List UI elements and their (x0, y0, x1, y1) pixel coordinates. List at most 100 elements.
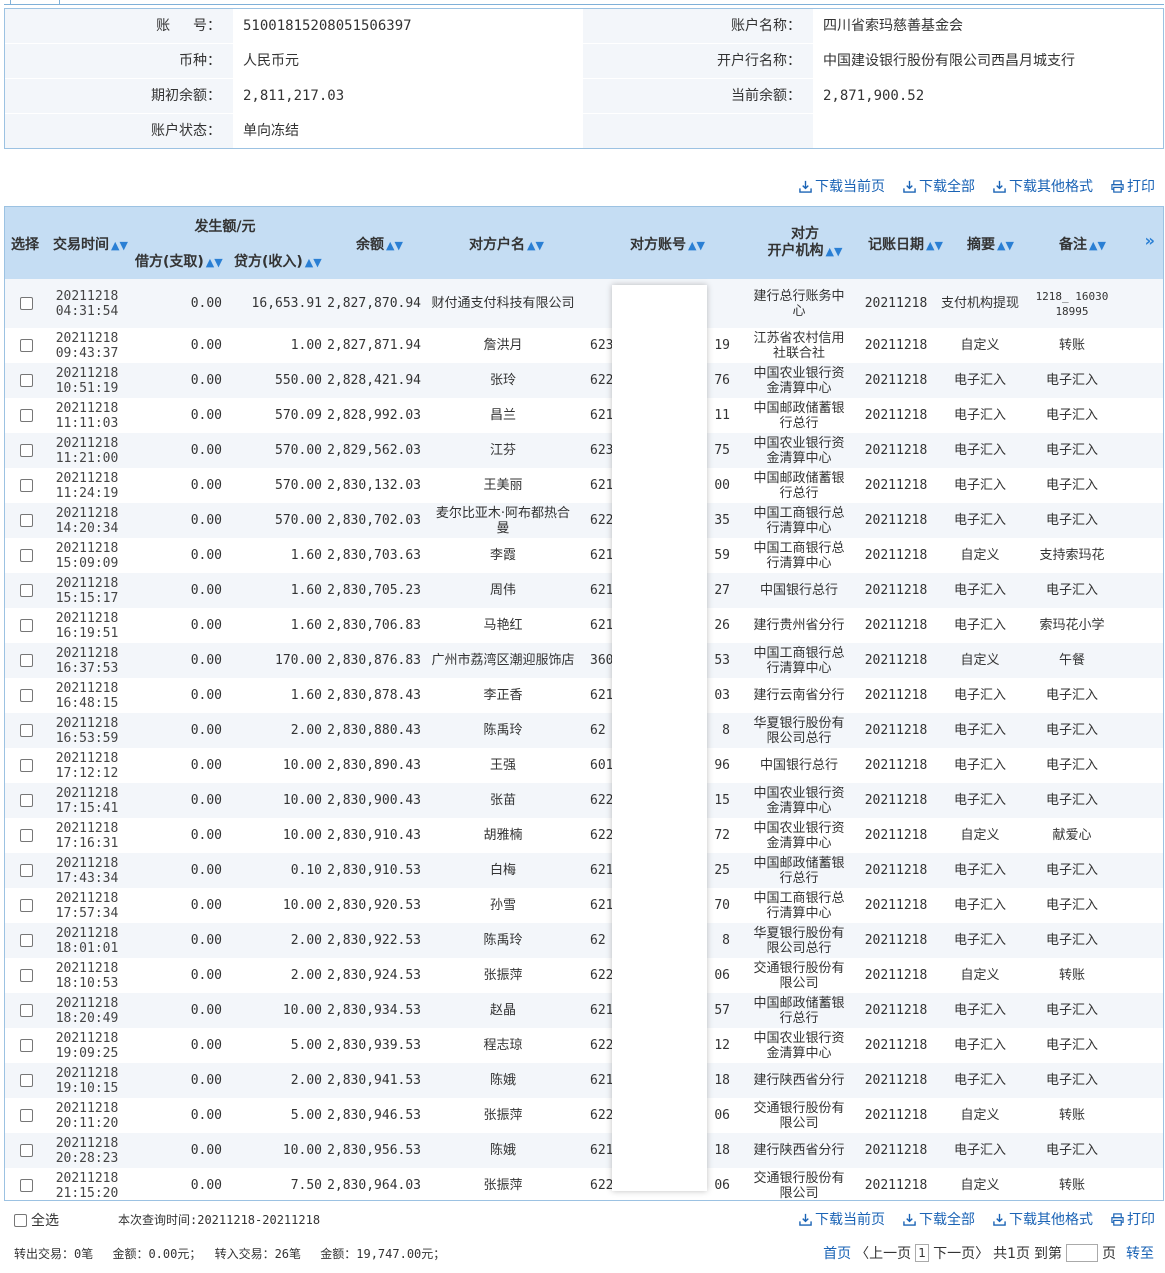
checkbox-box[interactable] (19, 899, 33, 912)
row-checkbox[interactable] (15, 608, 37, 643)
table-row[interactable]: 20211218 16:19:51 0.00 1.60 2,830,706.83 马艳红 6… (5, 608, 1163, 643)
row-checkbox[interactable] (15, 468, 37, 503)
table-row[interactable]: 20211218 20:11:20 0.00 5.00 2,830,946.53 张振萍 6… (5, 1098, 1163, 1133)
table-row[interactable]: 20211218 16:48:15 0.00 1.60 2,830,878.43 李正香 6… (5, 678, 1163, 713)
table-row[interactable]: 20211218 15:15:17 0.00 1.60 2,830,705.23 周伟 62… (5, 573, 1163, 608)
download-current-page-link[interactable]: 下载当前页 (799, 1209, 885, 1229)
table-row[interactable]: 20211218 17:43:34 0.00 0.10 2,830,910.53 白梅 62… (5, 853, 1163, 888)
table-row[interactable]: 20211218 17:16:31 0.00 10.00 2,830,910.43 胡雅楠… (5, 818, 1163, 853)
table-row[interactable]: 20211218 11:21:00 0.00 570.00 2,829,562.03 江芬… (5, 433, 1163, 468)
row-checkbox[interactable] (15, 1063, 37, 1098)
table-row[interactable]: 20211218 17:12:12 0.00 10.00 2,830,890.43 王强 6… (5, 748, 1163, 783)
checkbox-box[interactable] (19, 1039, 33, 1052)
print-link[interactable]: 打印 (1111, 1209, 1155, 1229)
row-checkbox[interactable] (15, 643, 37, 678)
checkbox-box[interactable] (19, 1109, 33, 1122)
row-checkbox[interactable] (15, 363, 37, 398)
checkbox-box[interactable] (19, 619, 33, 632)
table-row[interactable]: 20211218 18:10:53 0.00 2.00 2,830,924.53 张振萍 6… (5, 958, 1163, 993)
row-checkbox[interactable] (15, 853, 37, 888)
table-row[interactable]: 20211218 18:01:01 0.00 2.00 2,830,922.53 陈禹玲 6… (5, 923, 1163, 958)
select-all-checkbox[interactable] (14, 1213, 27, 1227)
row-checkbox[interactable] (15, 888, 37, 923)
row-checkbox[interactable] (15, 958, 37, 993)
row-checkbox[interactable] (15, 713, 37, 748)
checkbox-box[interactable] (19, 1179, 33, 1192)
checkbox-box[interactable] (19, 444, 33, 457)
goto-button[interactable]: 转至 (1126, 1243, 1154, 1263)
row-checkbox[interactable] (15, 573, 37, 608)
header-note[interactable]: 备注 ▲▼ (1059, 234, 1106, 254)
checkbox-box[interactable] (19, 969, 33, 982)
row-checkbox[interactable] (15, 993, 37, 1028)
row-checkbox[interactable] (15, 279, 37, 328)
header-debit[interactable]: 借方(支取) ▲▼ (135, 251, 223, 271)
checkbox-box[interactable] (19, 549, 33, 562)
header-counterparty-name[interactable]: 对方户名 ▲▼ (469, 234, 544, 254)
table-row[interactable]: 20211218 14:20:34 0.00 570.00 2,830,702.03 麦尔… (5, 503, 1163, 538)
table-row[interactable]: 20211218 16:37:53 0.00 170.00 2,830,876.83 广州… (5, 643, 1163, 678)
checkbox-box[interactable] (19, 584, 33, 597)
first-page-link[interactable]: 首页 (823, 1243, 851, 1263)
row-checkbox[interactable] (15, 328, 37, 363)
checkbox-box[interactable] (19, 339, 33, 352)
row-checkbox[interactable] (15, 1133, 37, 1168)
header-credit[interactable]: 贷方(收入) ▲▼ (234, 251, 322, 271)
row-checkbox[interactable] (15, 433, 37, 468)
row-checkbox[interactable] (15, 783, 37, 818)
table-row[interactable]: 20211218 15:09:09 0.00 1.60 2,830,703.63 李霞 62… (5, 538, 1163, 573)
row-checkbox[interactable] (15, 503, 37, 538)
checkbox-box[interactable] (19, 374, 33, 387)
row-checkbox[interactable] (15, 1028, 37, 1063)
table-row[interactable]: 20211218 16:53:59 0.00 2.00 2,830,880.43 陈禹玲 6… (5, 713, 1163, 748)
checkbox-box[interactable] (19, 759, 33, 772)
checkbox-box[interactable] (19, 1004, 33, 1017)
table-row[interactable]: 20211218 04:31:54 0.00 16,653.91 2,827,870.9… (5, 279, 1163, 328)
row-checkbox[interactable] (15, 748, 37, 783)
download-all-link[interactable]: 下载全部 (903, 1209, 975, 1229)
table-row[interactable]: 20211218 18:20:49 0.00 10.00 2,830,934.53 赵晶 6… (5, 993, 1163, 1028)
checkbox-box[interactable] (19, 654, 33, 667)
row-checkbox[interactable] (15, 1098, 37, 1133)
table-row[interactable]: 20211218 11:11:03 0.00 570.09 2,828,992.03 昌兰… (5, 398, 1163, 433)
header-time[interactable]: 交易时间 ▲▼ (53, 234, 128, 254)
table-row[interactable]: 20211218 09:43:37 0.00 1.00 2,827,871.94 詹洪月 6… (5, 328, 1163, 363)
select-all-control[interactable]: 全选 (14, 1210, 59, 1230)
checkbox-box[interactable] (19, 864, 33, 877)
print-link[interactable]: 打印 (1111, 176, 1155, 196)
download-other-format-link[interactable]: 下载其他格式 (993, 176, 1093, 196)
download-other-format-link[interactable]: 下载其他格式 (993, 1209, 1093, 1229)
row-checkbox[interactable] (15, 1168, 37, 1200)
header-posting-date[interactable]: 记账日期 ▲▼ (868, 234, 943, 254)
row-checkbox[interactable] (15, 923, 37, 958)
table-row[interactable]: 20211218 10:51:19 0.00 550.00 2,828,421.94 张玲… (5, 363, 1163, 398)
prev-page-link[interactable]: 〈上一页 (855, 1243, 911, 1263)
table-row[interactable]: 20211218 19:09:25 0.00 5.00 2,830,939.53 程志琼 6… (5, 1028, 1163, 1063)
goto-page-input[interactable] (1066, 1244, 1098, 1262)
header-balance[interactable]: 余额 ▲▼ (356, 234, 403, 254)
header-counterparty-account[interactable]: 对方账号 ▲▼ (630, 234, 705, 254)
checkbox-box[interactable] (19, 794, 33, 807)
table-row[interactable]: 20211218 19:10:15 0.00 2.00 2,830,941.53 陈娥 62… (5, 1063, 1163, 1098)
checkbox-box[interactable] (19, 409, 33, 422)
checkbox-box[interactable] (19, 1144, 33, 1157)
checkbox-box[interactable] (19, 829, 33, 842)
next-page-link[interactable]: 下一页〉 (933, 1243, 989, 1263)
checkbox-box[interactable] (19, 297, 33, 310)
row-checkbox[interactable] (15, 398, 37, 433)
table-row[interactable]: 20211218 17:57:34 0.00 10.00 2,830,920.53 孙雪 6… (5, 888, 1163, 923)
table-row[interactable]: 20211218 20:28:23 0.00 10.00 2,830,956.53 陈娥 6… (5, 1133, 1163, 1168)
header-summary[interactable]: 摘要 ▲▼ (967, 234, 1014, 254)
row-checkbox[interactable] (15, 538, 37, 573)
checkbox-box[interactable] (19, 479, 33, 492)
checkbox-box[interactable] (19, 724, 33, 737)
row-checkbox[interactable] (15, 818, 37, 853)
checkbox-box[interactable] (19, 514, 33, 527)
table-row[interactable]: 20211218 17:15:41 0.00 10.00 2,830,900.43 张苗 6… (5, 783, 1163, 818)
row-checkbox[interactable] (15, 678, 37, 713)
table-row[interactable]: 20211218 11:24:19 0.00 570.00 2,830,132.03 王美… (5, 468, 1163, 503)
download-current-page-link[interactable]: 下载当前页 (799, 176, 885, 196)
checkbox-box[interactable] (19, 689, 33, 702)
active-tab-stub[interactable] (10, 0, 60, 4)
checkbox-box[interactable] (19, 934, 33, 947)
